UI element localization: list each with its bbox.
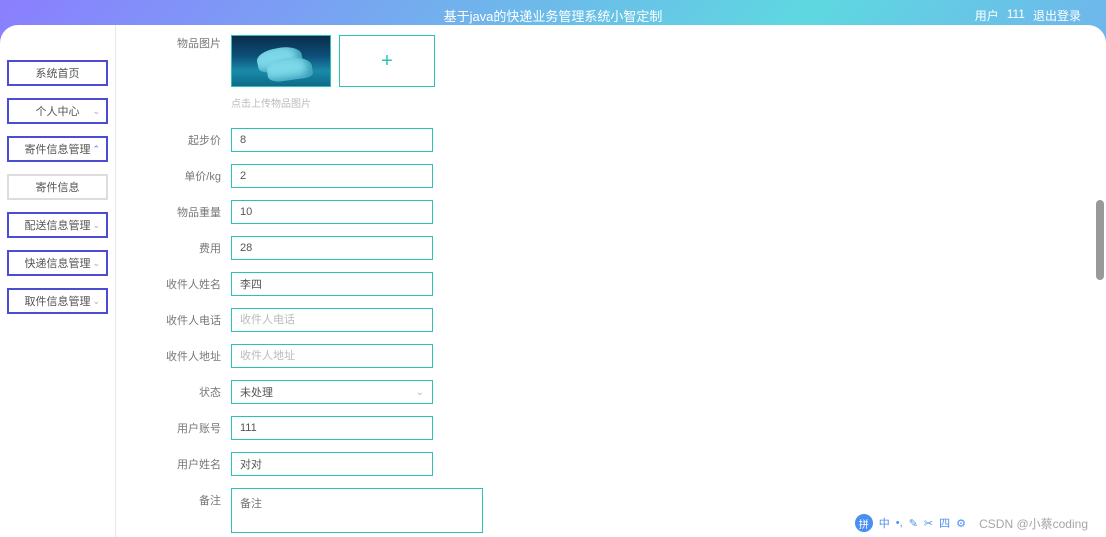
sidebar-item-label: 寄件信息	[36, 179, 80, 195]
sidebar: 系统首页 个人中心 ⌄ 寄件信息管理 ⌃ 寄件信息 配送信息管理 ⌄ 快递信息管…	[0, 25, 115, 537]
sidebar-item-home[interactable]: 系统首页	[7, 60, 108, 86]
fee-input[interactable]	[231, 236, 433, 260]
status-select[interactable]: 未处理 ⌄	[231, 380, 433, 404]
recv-addr-input[interactable]	[231, 344, 433, 368]
sidebar-item-label: 系统首页	[36, 65, 80, 81]
sidebar-item-pickup-manage[interactable]: 取件信息管理 ⌄	[7, 288, 108, 314]
sidebar-item-label: 配送信息管理	[25, 217, 91, 233]
logout-link[interactable]: 退出登录	[1033, 7, 1081, 24]
ime-toolbox: 拼 中 •, ✎ ✂ 四 ⚙	[855, 514, 966, 532]
gear-icon[interactable]: ⚙	[956, 517, 966, 530]
scissors-icon[interactable]: ✂	[924, 517, 933, 530]
remark-textarea[interactable]	[231, 488, 483, 533]
status-value: 未处理	[240, 384, 273, 400]
recv-phone-label: 收件人电话	[156, 312, 221, 328]
chevron-down-icon: ⌄	[416, 387, 424, 398]
fee-label: 费用	[156, 240, 221, 256]
recv-phone-input[interactable]	[231, 308, 433, 332]
tool-icon[interactable]: 四	[939, 515, 950, 531]
tool-icon[interactable]: •,	[896, 517, 903, 529]
ime-mode-icon[interactable]: 拼	[855, 514, 873, 532]
unit-price-input[interactable]	[231, 164, 433, 188]
scrollbar[interactable]	[1096, 200, 1104, 280]
chevron-down-icon: ⌄	[92, 220, 100, 231]
sidebar-item-delivery-manage[interactable]: 配送信息管理 ⌄	[7, 212, 108, 238]
pencil-icon[interactable]: ✎	[909, 517, 918, 530]
recv-name-input[interactable]	[231, 272, 433, 296]
recv-name-label: 收件人姓名	[156, 276, 221, 292]
upload-hint: 点击上传物品图片	[231, 95, 1086, 110]
page-title: 基于java的快递业务管理系统小智定制	[444, 6, 663, 25]
chevron-down-icon: ⌄	[92, 296, 100, 307]
image-upload-row: 物品图片 +	[156, 35, 1086, 87]
chevron-up-icon: ⌃	[92, 144, 100, 155]
main-container: 系统首页 个人中心 ⌄ 寄件信息管理 ⌃ 寄件信息 配送信息管理 ⌄ 快递信息管…	[0, 25, 1106, 537]
tool-icon[interactable]: 中	[879, 515, 890, 531]
sidebar-item-label: 个人中心	[36, 103, 80, 119]
start-price-label: 起步价	[156, 132, 221, 148]
unit-price-label: 单价/kg	[156, 168, 221, 184]
user-account-input[interactable]	[231, 416, 433, 440]
header-right: 用户 111 退出登录	[975, 7, 1081, 24]
product-image-preview[interactable]	[231, 35, 331, 87]
user-code[interactable]: 111	[1007, 7, 1025, 24]
recv-addr-label: 收件人地址	[156, 348, 221, 364]
weight-input[interactable]	[231, 200, 433, 224]
weight-label: 物品重量	[156, 204, 221, 220]
status-label: 状态	[156, 384, 221, 400]
sidebar-item-label: 寄件信息管理	[25, 141, 91, 157]
sidebar-item-express-manage[interactable]: 快递信息管理 ⌄	[7, 250, 108, 276]
sidebar-item-send-info[interactable]: 寄件信息	[7, 174, 108, 200]
image-label: 物品图片	[156, 35, 221, 51]
plus-icon: +	[381, 50, 393, 73]
form-content: 物品图片 + 点击上传物品图片 起步价 单价/kg 物品重量 费用	[115, 25, 1106, 537]
sidebar-item-label: 快递信息管理	[25, 255, 91, 271]
watermark: CSDN @小蔡coding	[979, 515, 1088, 532]
chevron-down-icon: ⌄	[92, 258, 100, 269]
remark-label: 备注	[156, 488, 221, 508]
user-name-input[interactable]	[231, 452, 433, 476]
user-account-label: 用户账号	[156, 420, 221, 436]
chevron-down-icon: ⌄	[92, 106, 100, 117]
sidebar-item-send-manage[interactable]: 寄件信息管理 ⌃	[7, 136, 108, 162]
upload-button[interactable]: +	[339, 35, 435, 87]
user-name-label: 用户姓名	[156, 456, 221, 472]
user-label: 用户	[975, 7, 999, 24]
start-price-input[interactable]	[231, 128, 433, 152]
sidebar-item-label: 取件信息管理	[25, 293, 91, 309]
sidebar-item-profile[interactable]: 个人中心 ⌄	[7, 98, 108, 124]
